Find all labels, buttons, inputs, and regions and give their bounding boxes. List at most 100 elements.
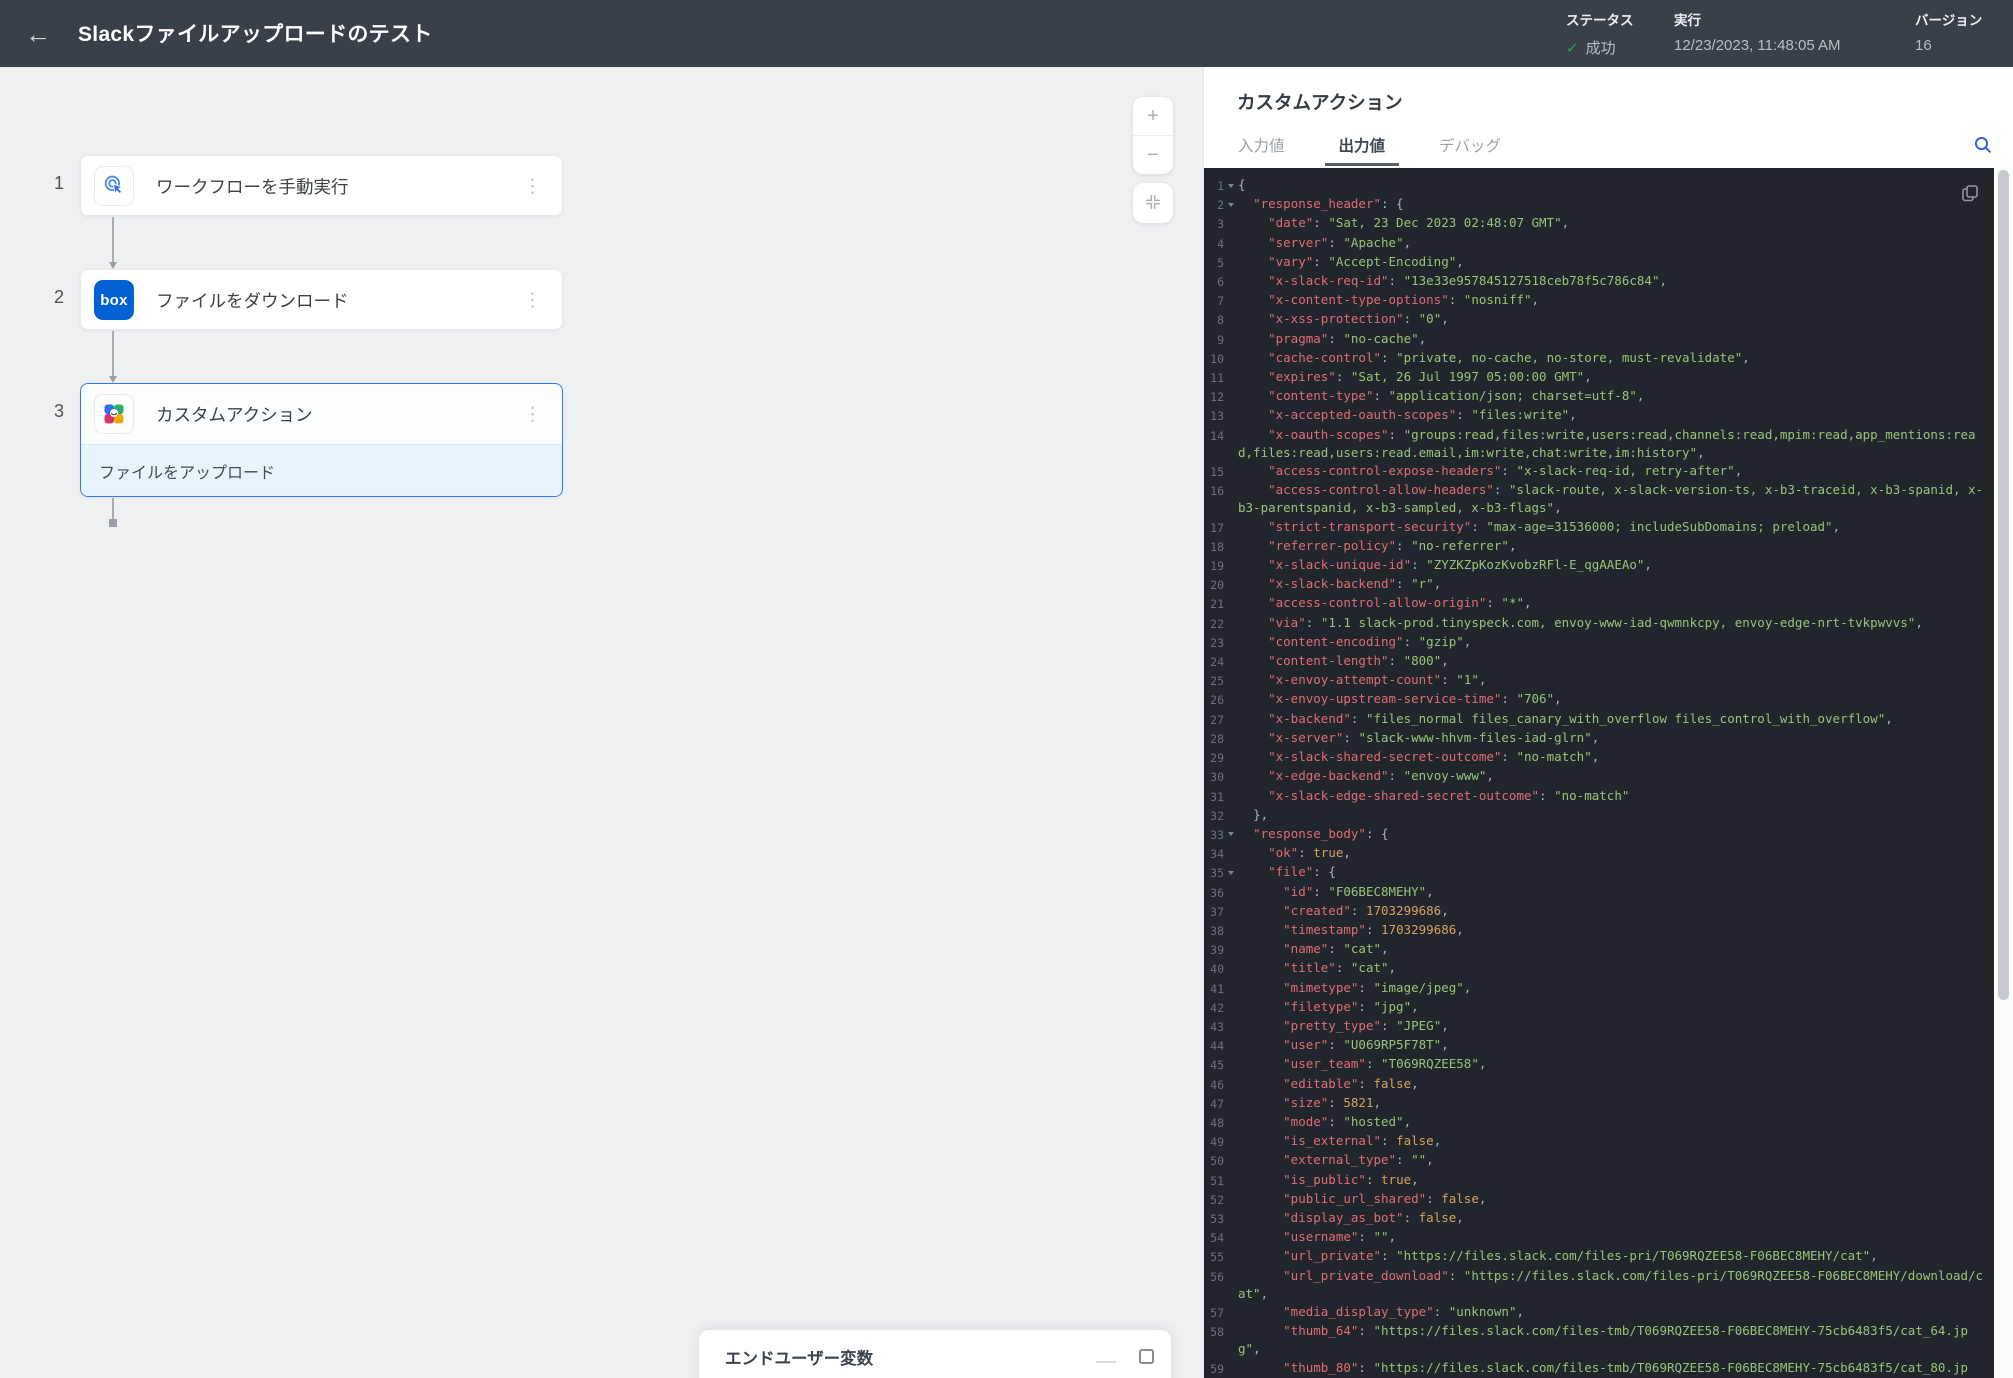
fold-spacer	[1224, 1209, 1238, 1228]
fold-spacer	[1224, 406, 1238, 425]
version-label: バージョン	[1915, 9, 1982, 29]
fold-caret-icon[interactable]	[1224, 825, 1238, 844]
zoom-controls: + −	[1133, 97, 1173, 174]
code-line: 42 "filetype": "jpg",	[1204, 998, 1994, 1017]
fit-view-button[interactable]	[1133, 183, 1173, 223]
code-editor[interactable]: 1{2 "response_header": {3 "date": "Sat, …	[1204, 168, 1994, 1378]
code-line: 9 "pragma": "no-cache",	[1204, 330, 1994, 349]
arrow-left-icon: ←	[25, 19, 51, 49]
code-line: 21 "access-control-allow-origin": "*",	[1204, 594, 1994, 613]
fold-spacer	[1224, 729, 1238, 748]
fold-spacer	[1224, 1036, 1238, 1055]
code-line: 7 "x-content-type-options": "nosniff",	[1204, 291, 1994, 310]
panel-title: カスタムアクション	[1237, 89, 1403, 115]
code-line: 20 "x-slack-backend": "r",	[1204, 575, 1994, 594]
step-card-manual-trigger[interactable]: ワークフローを手動実行 ⋮	[80, 155, 563, 216]
step-card-custom-action[interactable]: カスタムアクション ⋮ ファイルをアップロード	[80, 383, 563, 497]
maximize-button[interactable]	[1135, 1344, 1157, 1366]
fold-spacer	[1224, 537, 1238, 556]
tab-input-values[interactable]: 入力値	[1224, 124, 1299, 166]
fold-spacer	[1224, 481, 1238, 517]
fold-spacer	[1224, 349, 1238, 368]
tab-debug[interactable]: デバッグ	[1425, 124, 1515, 166]
code-line: 18 "referrer-policy": "no-referrer",	[1204, 537, 1994, 556]
fold-spacer	[1224, 710, 1238, 729]
zoom-in-button[interactable]: +	[1133, 97, 1173, 136]
fold-spacer	[1224, 1017, 1238, 1036]
fold-spacer	[1224, 1132, 1238, 1151]
connector-endpoint[interactable]	[109, 519, 117, 527]
fold-spacer	[1224, 748, 1238, 767]
code-line: 52 "public_url_shared": false,	[1204, 1190, 1994, 1209]
step-number-3: 3	[48, 401, 70, 422]
code-line: 14 "x-oauth-scopes": "groups:read,files:…	[1204, 426, 1994, 462]
fold-spacer	[1224, 462, 1238, 481]
end-user-variables-panel[interactable]: エンドユーザー変数	[699, 1330, 1171, 1378]
back-button[interactable]: ←	[18, 14, 58, 54]
fold-spacer	[1224, 291, 1238, 310]
workflow-canvas[interactable]: 1 ワークフローを手動実行 ⋮ 2 box フ	[0, 67, 1203, 1378]
fold-spacer	[1224, 310, 1238, 329]
fold-spacer	[1224, 1055, 1238, 1074]
fold-spacer	[1224, 253, 1238, 272]
manual-trigger-icon	[94, 166, 134, 206]
editor-scrollbar-track	[1994, 168, 2013, 1378]
zoom-out-button[interactable]: −	[1133, 136, 1173, 174]
fold-spacer	[1224, 387, 1238, 406]
copy-icon	[1959, 192, 1981, 207]
fold-spacer	[1224, 1228, 1238, 1247]
code-line: 35 "file": {	[1204, 863, 1994, 882]
fold-spacer	[1224, 787, 1238, 806]
code-line: 40 "title": "cat",	[1204, 959, 1994, 978]
fold-spacer	[1224, 921, 1238, 940]
status-value: ✓ 成功	[1566, 37, 1634, 58]
code-lines: 1{2 "response_header": {3 "date": "Sat, …	[1204, 176, 1994, 1378]
detail-panel: カスタムアクション 入力値 出力値 デバッグ 1{2 "response_hea…	[1203, 67, 2013, 1378]
code-line: 4 "server": "Apache",	[1204, 234, 1994, 253]
status-label: ステータス	[1566, 9, 1634, 29]
fold-caret-icon[interactable]	[1224, 195, 1238, 214]
fold-caret-icon[interactable]	[1224, 863, 1238, 882]
end-user-variables-title: エンドユーザー変数	[725, 1345, 873, 1369]
step-menu-button[interactable]: ⋮	[517, 401, 548, 428]
connector-line	[112, 331, 114, 377]
code-line: 34 "ok": true,	[1204, 844, 1994, 863]
editor-scrollbar-thumb[interactable]	[1998, 170, 2009, 1000]
code-line: 50 "external_type": "",	[1204, 1151, 1994, 1170]
fold-spacer	[1224, 767, 1238, 786]
step-menu-button[interactable]: ⋮	[517, 173, 548, 200]
code-line: 24 "content-length": "800",	[1204, 652, 1994, 671]
version-block: バージョン 16	[1915, 9, 1982, 54]
arrow-down-icon	[109, 376, 117, 383]
code-line: 11 "expires": "Sat, 26 Jul 1997 05:00:00…	[1204, 368, 1994, 387]
code-line: 3 "date": "Sat, 23 Dec 2023 02:48:07 GMT…	[1204, 214, 1994, 233]
code-line: 33 "response_body": {	[1204, 825, 1994, 844]
fold-spacer	[1224, 1094, 1238, 1113]
fold-caret-icon[interactable]	[1224, 176, 1238, 195]
step-title: カスタムアクション	[156, 402, 517, 427]
fold-spacer	[1224, 1247, 1238, 1266]
code-line: 48 "mode": "hosted",	[1204, 1113, 1994, 1132]
code-line: 16 "access-control-allow-headers": "slac…	[1204, 481, 1994, 517]
fold-spacer	[1224, 575, 1238, 594]
fold-spacer	[1224, 614, 1238, 633]
step-menu-button[interactable]: ⋮	[517, 287, 548, 314]
minimize-button[interactable]	[1093, 1345, 1119, 1365]
fold-spacer	[1224, 902, 1238, 921]
code-line: 53 "display_as_bot": false,	[1204, 1209, 1994, 1228]
code-line: 2 "response_header": {	[1204, 195, 1994, 214]
arrow-down-icon	[109, 262, 117, 269]
fold-spacer	[1224, 1359, 1238, 1378]
fold-spacer	[1224, 1267, 1238, 1303]
code-line: 6 "x-slack-req-id": "13e33e957845127518c…	[1204, 272, 1994, 291]
code-line: 37 "created": 1703299686,	[1204, 902, 1994, 921]
fold-spacer	[1224, 1151, 1238, 1170]
copy-button[interactable]	[1958, 182, 1982, 206]
tab-output-values[interactable]: 出力値	[1325, 124, 1400, 166]
fold-spacer	[1224, 330, 1238, 349]
search-button[interactable]	[1969, 132, 1997, 160]
minimize-icon	[1096, 1361, 1116, 1363]
search-icon	[1972, 144, 1994, 159]
step-card-box-download[interactable]: box ファイルをダウンロード ⋮	[80, 269, 563, 330]
step-substep-upload-file[interactable]: ファイルをアップロード	[81, 444, 562, 496]
